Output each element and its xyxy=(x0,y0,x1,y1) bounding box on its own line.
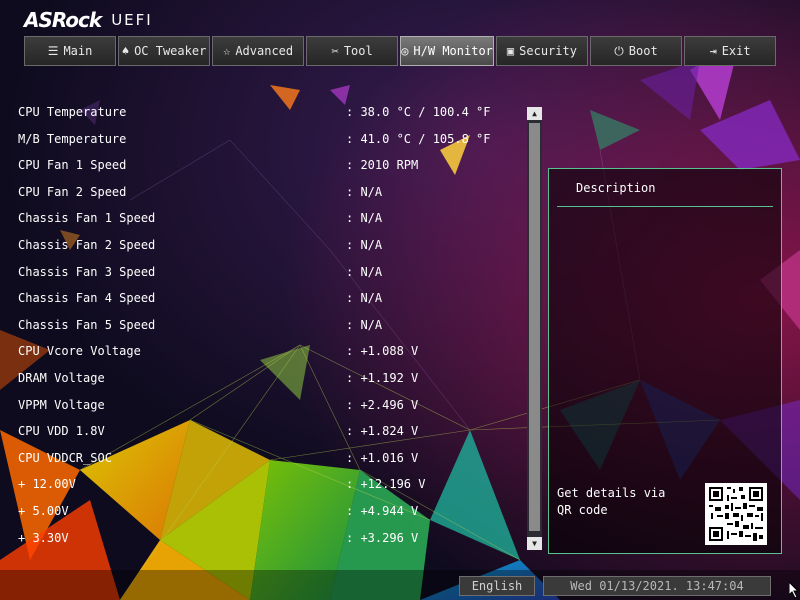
tab-tool[interactable]: ✂ Tool xyxy=(306,36,399,66)
scrollbar[interactable]: ▲ ▼ xyxy=(527,107,542,550)
monitor-icon: ◎ xyxy=(401,44,409,58)
row-value: : +1.824 V xyxy=(346,424,419,439)
monitor-row-chassis-fan-1[interactable]: Chassis Fan 1 Speed : N/A xyxy=(18,208,518,235)
monitor-row-cpu-vddcr-soc[interactable]: CPU VDDCR_SOC : +1.016 V xyxy=(18,448,518,475)
row-value: : N/A xyxy=(346,291,383,306)
description-panel: Description Get details via QR code xyxy=(548,168,782,554)
monitor-row-chassis-fan-5[interactable]: Chassis Fan 5 Speed : N/A xyxy=(18,315,518,342)
monitor-row-dram-voltage[interactable]: DRAM Voltage : +1.192 V xyxy=(18,368,518,395)
row-value: : N/A xyxy=(346,184,383,199)
tab-label: Advanced xyxy=(235,44,294,58)
main-tab-bar: ☰ Main ♠ OC Tweaker ☆ Advanced ✂ Tool ◎ H/W M… xyxy=(24,36,777,66)
tab-oc-tweaker[interactable]: ♠ OC Tweaker xyxy=(118,36,211,66)
row-label: VPPM Voltage xyxy=(18,397,105,412)
monitor-row-vppm-voltage[interactable]: VPPM Voltage : +2.496 V xyxy=(18,395,518,422)
monitor-row-cpu-vdd-18[interactable]: CPU VDD 1.8V : +1.824 V xyxy=(18,421,518,448)
tab-label: Security xyxy=(519,44,577,58)
tab-advanced[interactable]: ☆ Advanced xyxy=(212,36,305,66)
tab-label: Exit xyxy=(721,44,751,58)
description-divider xyxy=(557,206,773,207)
tab-boot[interactable]: ⏻ Boot xyxy=(589,36,682,66)
tab-label: Main xyxy=(63,44,93,58)
monitor-row-3-3v[interactable]: + 3.30V : +3.296 V xyxy=(18,528,518,555)
row-value: : N/A xyxy=(346,211,383,226)
row-label: DRAM Voltage xyxy=(18,370,105,385)
row-label: CPU Fan 2 Speed xyxy=(18,184,127,199)
scroll-down-icon[interactable]: ▼ xyxy=(527,537,542,550)
row-label: + 5.00V xyxy=(18,503,69,518)
row-label: Chassis Fan 3 Speed xyxy=(18,264,156,279)
row-value: : +12.196 V xyxy=(346,477,426,492)
star-icon: ☆ xyxy=(223,44,231,58)
shield-icon: ▣ xyxy=(506,44,515,58)
row-value: : N/A xyxy=(346,237,383,252)
row-label: CPU Temperature xyxy=(18,105,127,119)
datetime-display: Wed 01/13/2021. 13:47:04 xyxy=(543,576,771,596)
qr-code-icon[interactable] xyxy=(705,483,767,545)
tab-label: H/W Monitor xyxy=(413,44,493,58)
row-label: M/B Temperature xyxy=(18,131,127,146)
tab-hw-monitor[interactable]: ◎ H/W Monitor xyxy=(400,36,494,66)
monitor-row-mb-temperature[interactable]: M/B Temperature : 41.0 °C / 105.8 °F xyxy=(18,129,518,156)
row-label: Chassis Fan 4 Speed xyxy=(18,291,156,306)
rocket-icon: ♠ xyxy=(121,44,130,58)
row-value: : +1.016 V xyxy=(346,450,419,465)
row-label: Chassis Fan 5 Speed xyxy=(18,317,156,332)
monitor-row-cpu-fan-1[interactable]: CPU Fan 1 Speed : 2010 RPM xyxy=(18,155,518,182)
tab-label: Boot xyxy=(628,44,658,58)
scrollbar-thumb[interactable] xyxy=(529,123,540,531)
row-value: : N/A xyxy=(346,264,383,279)
monitor-row-cpu-temperature[interactable]: CPU Temperature : 38.0 °C / 100.4 °F xyxy=(18,102,518,129)
scroll-up-icon[interactable]: ▲ xyxy=(527,107,542,120)
qr-caption: Get details via QR code xyxy=(557,486,666,517)
monitor-row-cpu-fan-2[interactable]: CPU Fan 2 Speed : N/A xyxy=(18,182,518,209)
row-label: CPU VDDCR_SOC xyxy=(18,450,112,465)
row-label: + 12.00V xyxy=(18,477,76,492)
row-label: + 3.30V xyxy=(18,530,69,545)
power-icon: ⏻ xyxy=(614,43,624,58)
brand-name: ASRock xyxy=(24,8,102,32)
list-icon: ☰ xyxy=(47,44,59,58)
language-button[interactable]: English xyxy=(459,576,535,596)
row-value: : 38.0 °C / 100.4 °F xyxy=(346,105,491,119)
tool-icon: ✂ xyxy=(331,44,339,58)
monitor-row-5v[interactable]: + 5.00V : +4.944 V xyxy=(18,501,518,528)
row-label: Chassis Fan 1 Speed xyxy=(18,211,156,226)
row-label: Chassis Fan 2 Speed xyxy=(18,237,156,252)
uefi-label: UEFI xyxy=(111,11,153,29)
monitor-row-cpu-vcore[interactable]: CPU Vcore Voltage : +1.088 V xyxy=(18,341,518,368)
tab-exit[interactable]: ⇥ Exit xyxy=(684,36,777,66)
row-value: : +2.496 V xyxy=(346,397,419,412)
row-value: : 2010 RPM xyxy=(346,158,419,173)
row-label: CPU Vcore Voltage xyxy=(18,344,141,359)
row-value: : N/A xyxy=(346,317,383,332)
exit-icon: ⇥ xyxy=(709,44,717,58)
row-value: : +1.192 V xyxy=(346,370,419,385)
row-value: : +1.088 V xyxy=(346,344,419,359)
asrock-logo: ASRock UEFI xyxy=(24,8,153,32)
monitor-row-chassis-fan-4[interactable]: Chassis Fan 4 Speed : N/A xyxy=(18,288,518,315)
monitor-row-chassis-fan-3[interactable]: Chassis Fan 3 Speed : N/A xyxy=(18,262,518,289)
mouse-pointer-icon xyxy=(789,582,799,598)
row-label: CPU Fan 1 Speed xyxy=(18,158,127,173)
row-value: : +4.944 V xyxy=(346,503,419,518)
tab-label: Tool xyxy=(343,44,373,58)
tab-security[interactable]: ▣ Security xyxy=(495,36,588,66)
tab-main[interactable]: ☰ Main xyxy=(24,36,117,66)
monitor-row-chassis-fan-2[interactable]: Chassis Fan 2 Speed : N/A xyxy=(18,235,518,262)
description-title: Description xyxy=(576,181,656,195)
hw-monitor-list: CPU Temperature : 38.0 °C / 100.4 °F M/B … xyxy=(18,102,518,554)
row-label: CPU VDD 1.8V xyxy=(18,424,105,439)
tab-label: OC Tweaker xyxy=(134,44,207,58)
row-value: : +3.296 V xyxy=(346,530,419,545)
monitor-row-12v[interactable]: + 12.00V : +12.196 V xyxy=(18,474,518,501)
row-value: : 41.0 °C / 105.8 °F xyxy=(346,131,491,146)
